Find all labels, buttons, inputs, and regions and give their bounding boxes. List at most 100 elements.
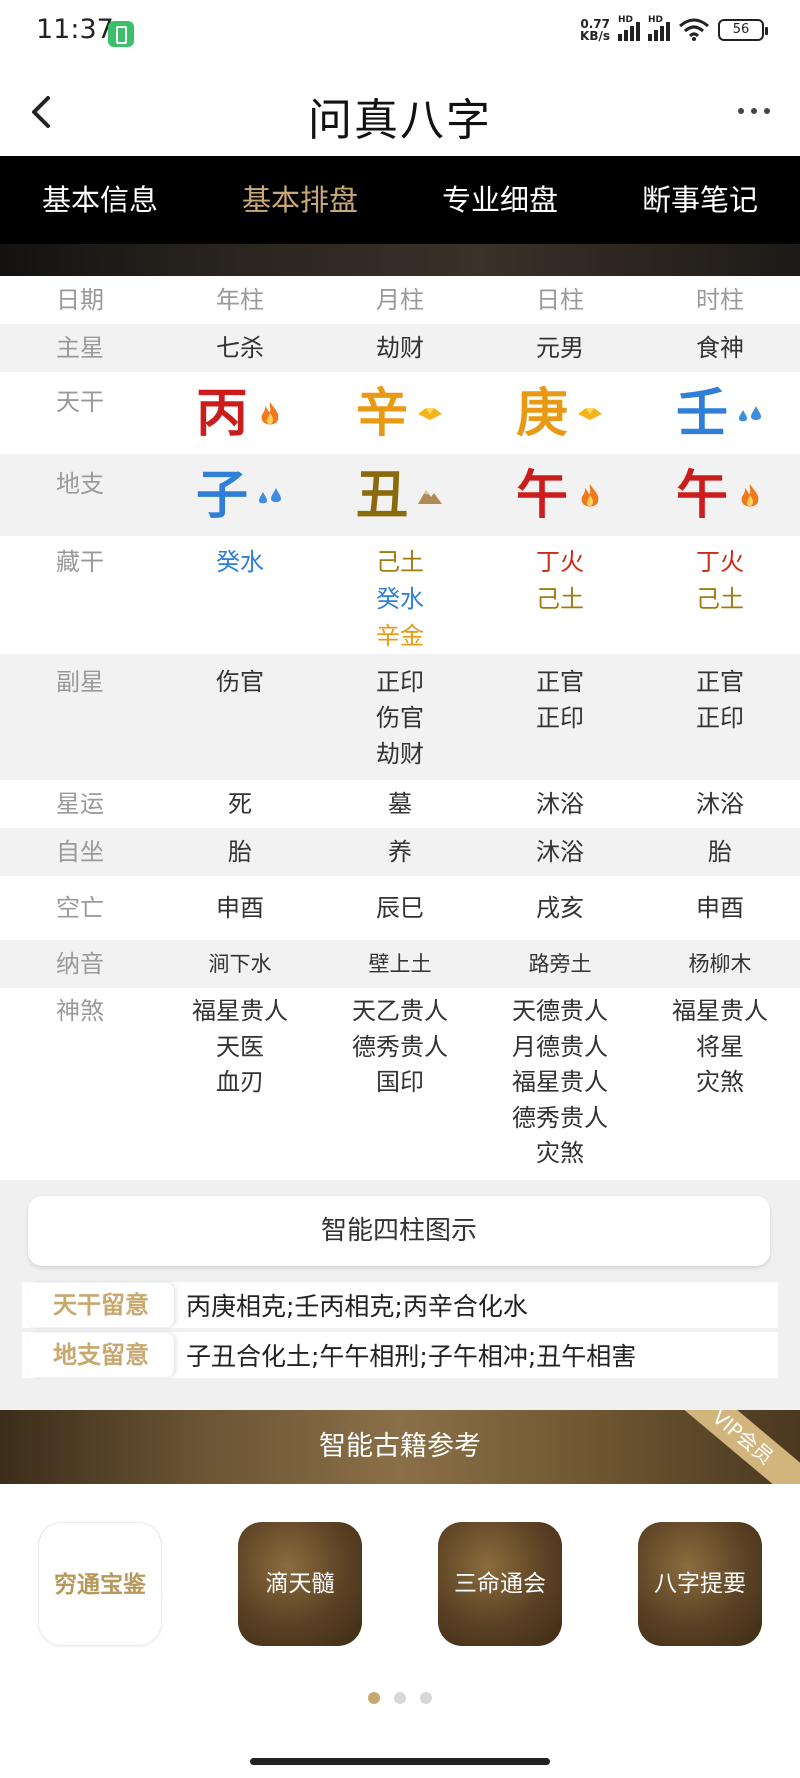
stem-char: 丙 bbox=[195, 384, 248, 444]
branch-notice: 地支留意 子丑合化土;午午相刑;子午相冲;丑午相害 bbox=[22, 1332, 778, 1378]
branch-char: 午 bbox=[515, 466, 568, 526]
shensha-item: 国印 bbox=[376, 1068, 424, 1096]
tab-basic-info[interactable]: 基本信息 bbox=[0, 156, 200, 244]
hidden-stem: 丁火 bbox=[696, 548, 744, 576]
stem-char: 壬 bbox=[675, 384, 728, 444]
shensha-cell: 天德贵人 月德贵人 福星贵人 德秀贵人 灾煞 bbox=[480, 994, 640, 1184]
status-icons: 0.77 KB/s HD HD 56 bbox=[580, 15, 768, 42]
status-time: 11:37 bbox=[36, 14, 114, 45]
table-row: 天干 丙 辛 庚 壬 bbox=[0, 372, 800, 454]
network-speed: 0.77 KB/s bbox=[580, 18, 610, 42]
stem-cell: 丙 bbox=[160, 372, 320, 454]
table-row: 自坐 胎 养 沐浴 胎 bbox=[0, 828, 800, 876]
shensha-cell: 福星贵人 天医 血刃 bbox=[160, 994, 320, 1184]
main-star-cell: 食神 bbox=[696, 334, 744, 362]
table-row: 纳音 涧下水 壁上土 路旁土 杨柳木 bbox=[0, 940, 800, 988]
book-ditiansui[interactable]: 滴天髓 bbox=[238, 1522, 362, 1646]
column-header: 年柱 bbox=[216, 286, 264, 314]
hidden-stem: 癸水 bbox=[376, 585, 424, 613]
self-seat-cell: 胎 bbox=[708, 838, 732, 866]
row-label: 主星 bbox=[56, 334, 104, 362]
tab-bar: 基本信息 基本排盘 专业细盘 断事笔记 bbox=[0, 156, 800, 244]
signal-icon-2: HD bbox=[648, 15, 670, 41]
shensha-item: 灾煞 bbox=[696, 1068, 744, 1096]
branch-cell: 午 bbox=[640, 454, 800, 536]
row-label: 地支 bbox=[56, 470, 104, 498]
shensha-item: 将星 bbox=[696, 1032, 744, 1061]
hidden-stems-cell: 丁火 己土 bbox=[480, 544, 640, 654]
shensha-cell: 天乙贵人 德秀贵人 国印 bbox=[320, 994, 480, 1184]
branch-notice-tag: 地支留意 bbox=[28, 1333, 174, 1377]
shensha-item: 天乙贵人 bbox=[352, 997, 448, 1025]
sub-star: 伤官 bbox=[376, 704, 424, 732]
shensha-item: 福星贵人 bbox=[192, 997, 288, 1025]
table-row: 藏干 癸水 己土 癸水 辛金 丁火 己土 丁火 己土 bbox=[0, 536, 800, 654]
hidden-stems-cell: 癸水 bbox=[160, 544, 320, 654]
star-luck-cell: 沐浴 bbox=[696, 790, 744, 818]
star-luck-cell: 沐浴 bbox=[536, 790, 584, 818]
row-label: 日期 bbox=[56, 286, 104, 314]
void-cell: 戌亥 bbox=[536, 894, 584, 922]
title-bar: 问真八字 bbox=[0, 68, 800, 156]
smart-pillars-button[interactable]: 智能四柱图示 bbox=[28, 1196, 770, 1266]
nayin-cell: 杨柳木 bbox=[688, 952, 752, 976]
nayin-cell: 涧下水 bbox=[208, 952, 272, 976]
star-luck-cell: 墓 bbox=[388, 790, 412, 818]
battery-saver-icon bbox=[108, 21, 134, 47]
row-label: 空亡 bbox=[56, 894, 104, 922]
self-seat-cell: 养 bbox=[388, 838, 412, 866]
tab-notes[interactable]: 断事笔记 bbox=[600, 156, 800, 244]
shensha-item: 福星贵人 bbox=[672, 997, 768, 1025]
signal-icon: HD bbox=[618, 15, 640, 41]
hidden-stem: 辛金 bbox=[376, 622, 424, 650]
home-indicator[interactable] bbox=[250, 1758, 550, 1765]
battery-icon: 56 bbox=[718, 19, 768, 41]
gold-ingot-icon bbox=[418, 408, 442, 420]
book-sanming[interactable]: 三命通会 bbox=[438, 1522, 562, 1646]
branch-char: 午 bbox=[675, 466, 728, 526]
page-dot[interactable] bbox=[420, 1692, 432, 1704]
main-star-cell: 七杀 bbox=[216, 334, 264, 362]
book-bazi-tiyao[interactable]: 八字提要 bbox=[638, 1522, 762, 1646]
void-cell: 申酉 bbox=[216, 894, 264, 922]
page-dot-active[interactable] bbox=[368, 1692, 380, 1704]
sub-star: 正印 bbox=[696, 704, 744, 732]
hidden-stem: 丁火 bbox=[536, 548, 584, 576]
books-section: 穷通宝鉴 滴天髓 三命通会 八字提要 bbox=[0, 1484, 800, 1774]
shensha-cell: 福星贵人 将星 灾煞 bbox=[640, 994, 800, 1184]
sub-star: 伤官 bbox=[216, 668, 264, 696]
shensha-item: 福星贵人 bbox=[512, 1068, 608, 1096]
page-indicator bbox=[0, 1692, 800, 1704]
fire-icon bbox=[581, 484, 599, 507]
void-cell: 申酉 bbox=[696, 894, 744, 922]
branch-notice-text: 子丑合化土;午午相刑;子午相冲;丑午相害 bbox=[186, 1342, 637, 1371]
ancient-books-banner[interactable]: 智能古籍参考 VIP会员 bbox=[0, 1410, 800, 1484]
page-dot[interactable] bbox=[394, 1692, 406, 1704]
page: 11:37 0.77 KB/s HD HD 56 问真八字 基本信息 基本排盘 … bbox=[0, 0, 800, 1778]
table-row: 神煞 福星贵人 天医 血刃 天乙贵人 德秀贵人 国印 天德贵人 月德贵人 福星贵… bbox=[0, 988, 800, 1184]
row-label: 天干 bbox=[56, 388, 104, 416]
sub-star: 正印 bbox=[536, 704, 584, 732]
main-star-cell: 劫财 bbox=[376, 334, 424, 362]
branch-cell: 子 bbox=[160, 454, 320, 536]
fire-icon bbox=[261, 402, 279, 425]
fire-icon bbox=[741, 484, 759, 507]
stem-notice-text: 丙庚相克;壬丙相克;丙辛合化水 bbox=[186, 1292, 528, 1321]
branch-cell: 午 bbox=[480, 454, 640, 536]
shensha-item: 灾煞 bbox=[536, 1139, 584, 1167]
sub-star-cell: 正官 正印 bbox=[640, 664, 800, 780]
more-icon[interactable] bbox=[738, 108, 770, 114]
tab-basic-chart[interactable]: 基本排盘 bbox=[200, 156, 400, 244]
main-star-cell: 元男 bbox=[536, 334, 584, 362]
table-row: 日期 年柱 月柱 日柱 时柱 bbox=[0, 276, 800, 324]
tab-pro-detail[interactable]: 专业细盘 bbox=[400, 156, 600, 244]
gold-ingot-icon bbox=[578, 408, 602, 420]
column-header: 时柱 bbox=[696, 286, 744, 314]
table-row: 副星 伤官 正印 伤官 劫财 正官 正印 正官 正印 bbox=[0, 654, 800, 780]
stem-cell: 庚 bbox=[480, 372, 640, 454]
book-qiongtong[interactable]: 穷通宝鉴 bbox=[38, 1522, 162, 1646]
row-label: 星运 bbox=[56, 790, 104, 818]
hidden-stem: 癸水 bbox=[216, 548, 264, 576]
network-speed-unit: KB/s bbox=[580, 29, 610, 43]
page-title: 问真八字 bbox=[308, 95, 492, 146]
